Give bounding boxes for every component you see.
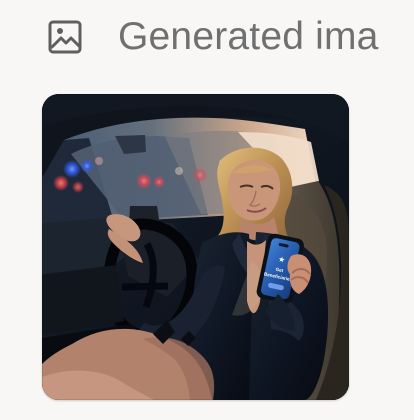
page-title: Generated ima: [118, 15, 379, 58]
generated-image[interactable]: ★ Get Beneficiaries: [42, 94, 349, 400]
image-icon: [47, 19, 83, 55]
generated-image-screen: Generated ima ★ Get Beneficiaries: [0, 0, 414, 420]
car-woman-phone-image: ★ Get Beneficiaries: [42, 94, 349, 400]
generated-image-header: Generated ima: [0, 0, 414, 78]
